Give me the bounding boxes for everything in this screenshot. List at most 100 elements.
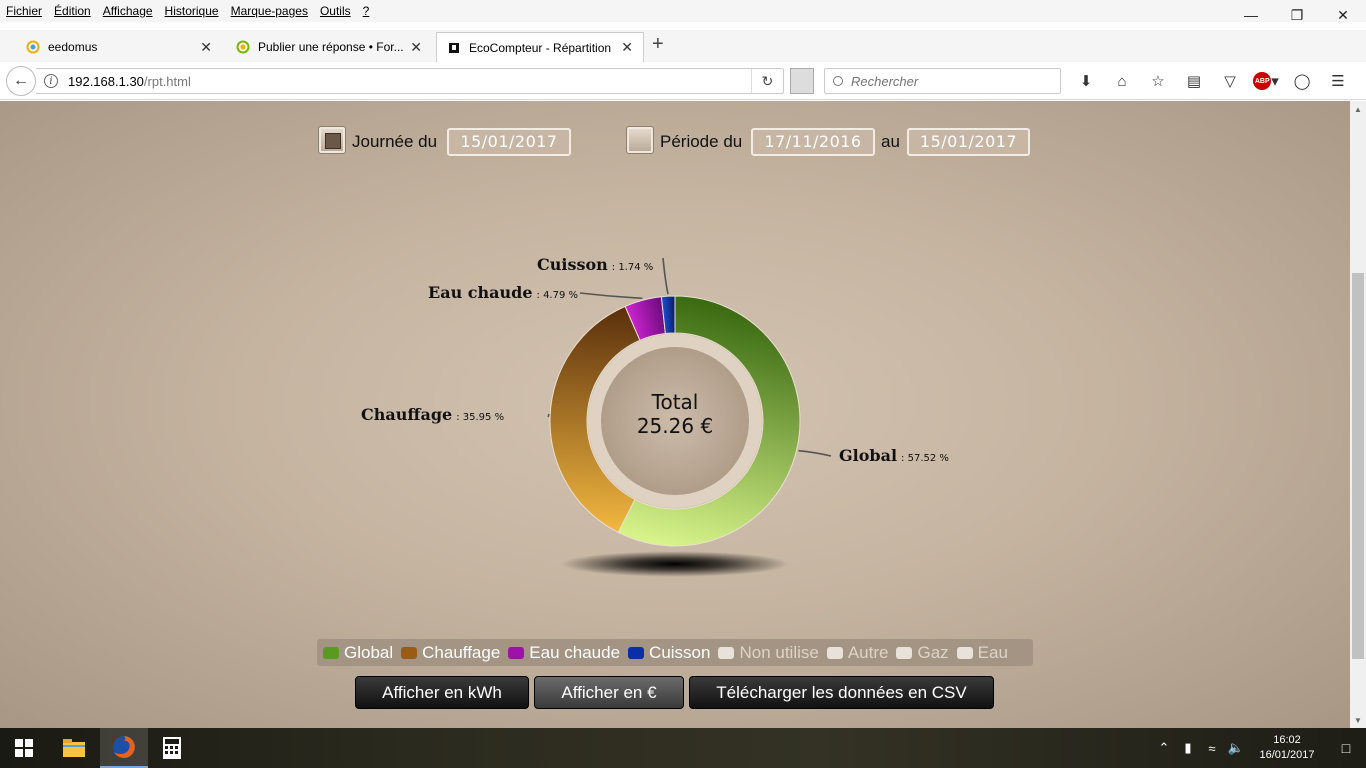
minimize-icon[interactable]: —: [1228, 0, 1274, 30]
adblock-icon[interactable]: ABP ▾: [1248, 70, 1284, 92]
legend-item[interactable]: Chauffage: [401, 643, 500, 663]
scroll-up-icon[interactable]: ▲: [1350, 101, 1366, 117]
slice-label: Cuisson: 1.74 %: [537, 255, 653, 274]
search-bar[interactable]: [824, 68, 1061, 94]
legend-swatch: [401, 646, 418, 659]
legend-item[interactable]: Autre: [826, 643, 888, 663]
search-input[interactable]: [851, 73, 1051, 89]
forum-icon: [236, 40, 250, 54]
slice-label: Eau chaude: 4.79 %: [428, 283, 578, 302]
tab-title: EcoCompteur - Répartition: [469, 40, 612, 55]
show-euro-button[interactable]: Afficher en €: [534, 676, 684, 709]
scroll-down-icon[interactable]: ▼: [1350, 712, 1366, 728]
calculator-icon[interactable]: [148, 728, 196, 768]
scroll-thumb[interactable]: [1352, 273, 1364, 659]
donut-chart: Total25.26 € Global: 57.52 % Chauffage: 3…: [361, 255, 949, 547]
home-icon[interactable]: ⌂: [1104, 70, 1140, 92]
tab-title: Publier une réponse • For...: [258, 40, 404, 54]
slice-label-line: [798, 449, 832, 457]
legend-item[interactable]: Gaz: [896, 642, 949, 663]
clock-time: 16:02: [1273, 734, 1301, 746]
url-bar[interactable]: i 192.168.1.30/rpt.html ↻: [36, 68, 784, 94]
legend-item[interactable]: Eau chaude: [508, 643, 620, 663]
slice-label-line: [547, 413, 550, 418]
legend-label: Non utilise: [739, 642, 819, 662]
close-window-icon[interactable]: ✕: [1320, 0, 1366, 30]
battery-icon[interactable]: ▮: [1176, 728, 1200, 768]
legend-label: Chauffage: [422, 642, 501, 662]
firefox-icon[interactable]: [100, 728, 148, 768]
window-controls: — ❐ ✕: [1228, 0, 1366, 30]
system-tray: ⌃ ▮ ≈ 🔈 16:02 16/01/2017 □: [1152, 728, 1366, 768]
menu-edition[interactable]: Édition: [48, 0, 97, 22]
wifi-icon[interactable]: ≈: [1200, 728, 1224, 768]
legend-label: Cuisson: [649, 642, 711, 662]
legend-item[interactable]: Non utilise: [718, 642, 819, 663]
legend-label: Eau chaude: [529, 642, 621, 662]
taskbar: ⌃ ▮ ≈ 🔈 16:02 16/01/2017 □: [0, 728, 1366, 768]
menu-affichage[interactable]: Affichage: [97, 0, 159, 22]
vertical-scrollbar[interactable]: ▲ ▼: [1350, 101, 1366, 728]
reload-icon[interactable]: ↻: [751, 69, 783, 93]
legend-swatch: [628, 646, 645, 659]
download-csv-button[interactable]: Télécharger les données en CSV: [689, 676, 994, 709]
menu-aide[interactable]: ?: [357, 0, 376, 22]
clock-date: 16/01/2017: [1259, 749, 1315, 761]
tab-eedomus[interactable]: eedomus ✕: [16, 32, 222, 62]
file-explorer-icon[interactable]: [50, 728, 98, 768]
tab-title: eedomus: [48, 40, 98, 54]
toolbar-icons: ⬇ ⌂ ☆ ▤ ▽ ABP ▾ ◯ ☰: [1068, 70, 1356, 92]
show-kwh-button[interactable]: Afficher en kWh: [355, 676, 529, 709]
chevron-up-icon[interactable]: ⌃: [1152, 728, 1176, 768]
legend-swatch: [956, 646, 973, 659]
close-icon[interactable]: ✕: [410, 39, 422, 56]
navigation-bar: ← i 192.168.1.30/rpt.html ↻ ⬇ ⌂ ☆ ▤ ▽ AB…: [0, 62, 1366, 100]
slice-label-line: [579, 292, 643, 300]
legend-swatch: [508, 646, 525, 659]
menu-outils[interactable]: Outils: [314, 0, 357, 22]
menu-fichier[interactable]: Fichier: [0, 0, 48, 22]
url-path: /rpt.html: [143, 73, 191, 89]
ecocompteur-icon: [447, 41, 461, 55]
info-icon[interactable]: i: [44, 74, 58, 88]
legend-swatch: [718, 646, 735, 659]
back-arrow-icon[interactable]: ←: [6, 66, 36, 96]
close-icon[interactable]: ✕: [200, 39, 212, 56]
legend-label: Gaz: [917, 642, 949, 662]
sync-icon[interactable]: ◯: [1284, 70, 1320, 92]
download-icon[interactable]: ⬇: [1068, 70, 1104, 92]
extension-icon[interactable]: [790, 68, 814, 94]
bookmark-star-icon[interactable]: ☆: [1140, 70, 1176, 92]
restore-icon[interactable]: ❐: [1274, 0, 1320, 30]
legend-item[interactable]: Cuisson: [628, 643, 710, 663]
tab-ecocompteur[interactable]: EcoCompteur - Répartition ✕: [436, 32, 644, 62]
clock[interactable]: 16:02 16/01/2017: [1248, 733, 1326, 763]
legend-label: Eau: [977, 642, 1008, 662]
volume-icon[interactable]: 🔈: [1224, 728, 1248, 768]
search-icon: [833, 76, 843, 86]
windows-start-icon[interactable]: [0, 728, 48, 768]
menu-historique[interactable]: Historique: [159, 0, 225, 22]
center-value: 25.26 €: [637, 414, 713, 438]
legend-item[interactable]: Global: [323, 643, 393, 663]
legend-swatch: [826, 646, 843, 659]
menu-marque-pages[interactable]: Marque-pages: [225, 0, 314, 22]
chart-legend: Global Chauffage Eau chaude Cuisson Non util…: [317, 639, 1033, 666]
url-host: 192.168.1.30: [68, 73, 144, 89]
legend-item[interactable]: Eau: [956, 642, 1008, 663]
hamburger-menu-icon[interactable]: ☰: [1320, 70, 1356, 92]
slice-label: Global: 57.52 %: [839, 446, 949, 465]
tab-bar: eedomus ✕ Publier une réponse • For... ✕…: [0, 30, 1366, 62]
eedomus-icon: [26, 40, 40, 54]
slice-label: Chauffage: 35.95 %: [361, 405, 504, 424]
menu-bar: Fichier Édition Affichage Historique Mar…: [0, 0, 1366, 22]
close-icon[interactable]: ✕: [621, 39, 633, 56]
tab-forum[interactable]: Publier une réponse • For... ✕: [226, 32, 432, 62]
pocket-icon[interactable]: ▽: [1212, 70, 1248, 92]
legend-swatch: [323, 646, 339, 659]
legend-label: Global: [344, 642, 394, 662]
new-tab-icon[interactable]: +: [652, 33, 664, 56]
center-title: Total: [651, 390, 699, 414]
reading-list-icon[interactable]: ▤: [1176, 70, 1212, 92]
notification-icon[interactable]: □: [1326, 728, 1366, 768]
